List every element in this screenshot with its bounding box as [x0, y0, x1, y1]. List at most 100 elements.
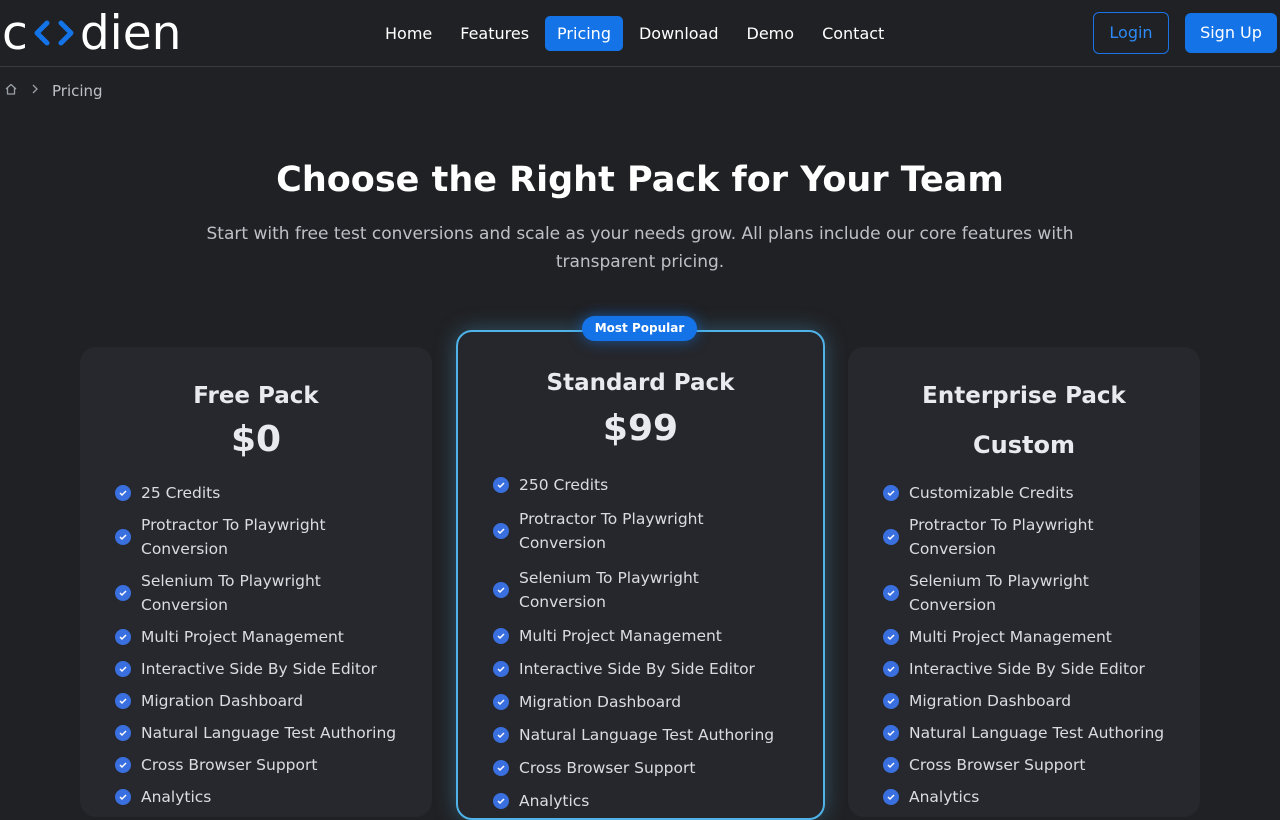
- feature-label: Interactive Side By Side Editor: [519, 660, 755, 678]
- check-circle-icon: [115, 757, 131, 773]
- feature-label: Customizable Credits: [909, 484, 1074, 502]
- sign-up-button[interactable]: Sign Up: [1185, 13, 1277, 53]
- feature-label: Protractor To Playwright Conversion: [519, 510, 704, 552]
- feature-label: Selenium To Playwright Conversion: [909, 572, 1089, 614]
- plan-price: $99: [602, 408, 679, 449]
- check-circle-icon: [115, 661, 131, 677]
- feature-label: Cross Browser Support: [519, 759, 696, 777]
- feature-label: Interactive Side By Side Editor: [909, 660, 1145, 678]
- code-brackets-icon: [29, 13, 79, 53]
- list-item: 250 Credits: [493, 473, 803, 497]
- list-item: Natural Language Test Authoring: [493, 723, 803, 747]
- check-circle-icon: [115, 485, 131, 501]
- plan-price: Custom: [973, 431, 1075, 459]
- check-circle-icon: [115, 789, 131, 805]
- top-navbar: c dien Home Features Pricing Download De…: [0, 0, 1280, 67]
- plan-card-standard: Standard Pack $99 250 Credits Protractor…: [456, 330, 825, 820]
- nav-item-pricing[interactable]: Pricing: [545, 15, 623, 51]
- list-item: Protractor To Playwright Conversion: [883, 513, 1183, 561]
- list-item: Natural Language Test Authoring: [883, 721, 1183, 745]
- main-nav: Home Features Pricing Download Demo Cont…: [373, 15, 896, 51]
- login-button[interactable]: Login: [1093, 12, 1169, 54]
- check-circle-icon: [115, 629, 131, 645]
- check-circle-icon: [115, 529, 131, 545]
- list-item: Cross Browser Support: [493, 756, 803, 780]
- list-item: Analytics: [493, 789, 803, 813]
- page-title: Choose the Right Pack for Your Team: [276, 160, 1004, 200]
- list-item: Protractor To Playwright Conversion: [493, 506, 803, 556]
- plan-name: Standard Pack: [546, 370, 735, 396]
- nav-item-demo[interactable]: Demo: [735, 16, 807, 51]
- feature-label: Multi Project Management: [141, 628, 344, 646]
- list-item: Multi Project Management: [115, 625, 415, 649]
- codien-logo[interactable]: c dien: [2, 6, 181, 61]
- feature-label: Migration Dashboard: [909, 692, 1072, 710]
- feature-label: Analytics: [141, 788, 212, 806]
- feature-label: Cross Browser Support: [909, 756, 1086, 774]
- list-item: Analytics: [883, 785, 1183, 809]
- feature-label: Cross Browser Support: [141, 756, 318, 774]
- plan-card-free: Free Pack $0 25 Credits Protractor To Pl…: [80, 347, 432, 817]
- check-circle-icon: [883, 585, 899, 601]
- check-circle-icon: [883, 485, 899, 501]
- list-item: Analytics: [115, 785, 415, 809]
- feature-label: 250 Credits: [519, 476, 609, 494]
- check-circle-icon: [883, 529, 899, 545]
- check-circle-icon: [115, 693, 131, 709]
- check-circle-icon: [883, 757, 899, 773]
- list-item: Protractor To Playwright Conversion: [115, 513, 415, 561]
- check-circle-icon: [493, 582, 509, 598]
- chevron-right-icon: [30, 83, 40, 99]
- check-circle-icon: [493, 694, 509, 710]
- breadcrumb: Pricing: [4, 80, 103, 102]
- feature-label: Selenium To Playwright Conversion: [141, 572, 321, 614]
- list-item: Interactive Side By Side Editor: [883, 657, 1183, 681]
- feature-label: Analytics: [519, 792, 590, 810]
- most-popular-badge: Most Popular: [582, 316, 697, 341]
- feature-label: 25 Credits: [141, 484, 221, 502]
- nav-item-download[interactable]: Download: [627, 16, 731, 51]
- list-item: 25 Credits: [115, 481, 415, 505]
- plan-name: Free Pack: [193, 383, 319, 409]
- feature-label: Selenium To Playwright Conversion: [519, 569, 699, 611]
- plan-name: Enterprise Pack: [922, 383, 1126, 409]
- check-circle-icon: [493, 793, 509, 809]
- home-icon[interactable]: [4, 82, 18, 100]
- check-circle-icon: [493, 628, 509, 644]
- feature-label: Protractor To Playwright Conversion: [909, 516, 1094, 558]
- list-item: Customizable Credits: [883, 481, 1183, 505]
- page-subtitle: Start with free test conversions and sca…: [206, 224, 1074, 272]
- feature-label: Multi Project Management: [519, 627, 722, 645]
- check-circle-icon: [493, 477, 509, 493]
- list-item: Cross Browser Support: [883, 753, 1183, 777]
- feature-label: Analytics: [909, 788, 980, 806]
- list-item: Migration Dashboard: [115, 689, 415, 713]
- check-circle-icon: [493, 661, 509, 677]
- check-circle-icon: [493, 523, 509, 539]
- feature-label: Migration Dashboard: [519, 693, 682, 711]
- nav-item-features[interactable]: Features: [448, 16, 541, 51]
- list-item: Selenium To Playwright Conversion: [883, 569, 1183, 617]
- check-circle-icon: [493, 727, 509, 743]
- check-circle-icon: [883, 725, 899, 741]
- list-item: Multi Project Management: [883, 625, 1183, 649]
- feature-label: Protractor To Playwright Conversion: [141, 516, 326, 558]
- check-circle-icon: [883, 661, 899, 677]
- plan-feature-list: Customizable Credits Protractor To Playw…: [883, 481, 1183, 809]
- list-item: Multi Project Management: [493, 624, 803, 648]
- feature-label: Migration Dashboard: [141, 692, 304, 710]
- plan-feature-list: 250 Credits Protractor To Playwright Con…: [493, 473, 803, 813]
- breadcrumb-current: Pricing: [52, 82, 103, 100]
- plan-feature-list: 25 Credits Protractor To Playwright Conv…: [115, 481, 415, 809]
- check-circle-icon: [493, 760, 509, 776]
- nav-item-home[interactable]: Home: [373, 16, 444, 51]
- check-circle-icon: [883, 629, 899, 645]
- feature-label: Natural Language Test Authoring: [519, 726, 775, 744]
- plan-card-enterprise: Enterprise Pack Custom Customizable Cred…: [848, 347, 1200, 817]
- plan-price: $0: [230, 419, 282, 460]
- check-circle-icon: [883, 789, 899, 805]
- list-item: Interactive Side By Side Editor: [493, 657, 803, 681]
- feature-label: Multi Project Management: [909, 628, 1112, 646]
- list-item: Interactive Side By Side Editor: [115, 657, 415, 681]
- nav-item-contact[interactable]: Contact: [810, 16, 896, 51]
